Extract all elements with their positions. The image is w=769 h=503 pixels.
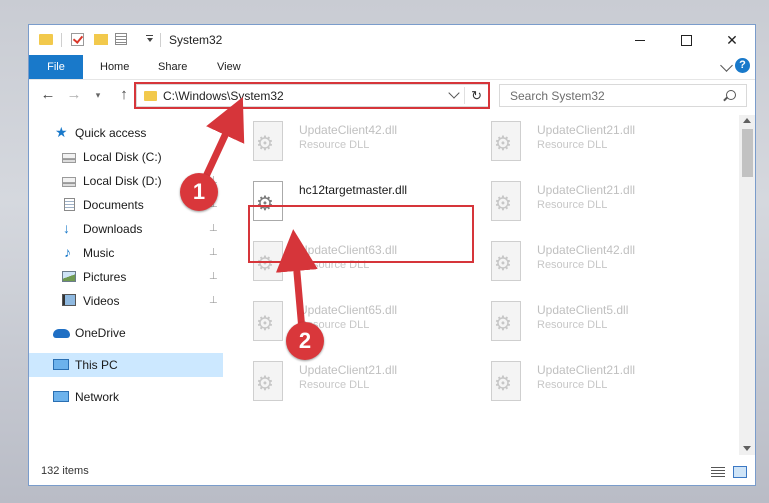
step-2-badge: 2 [286,322,324,360]
arrow-to-file [275,229,318,331]
step-1-badge: 1 [180,173,218,211]
annotation-arrows [198,96,318,331]
